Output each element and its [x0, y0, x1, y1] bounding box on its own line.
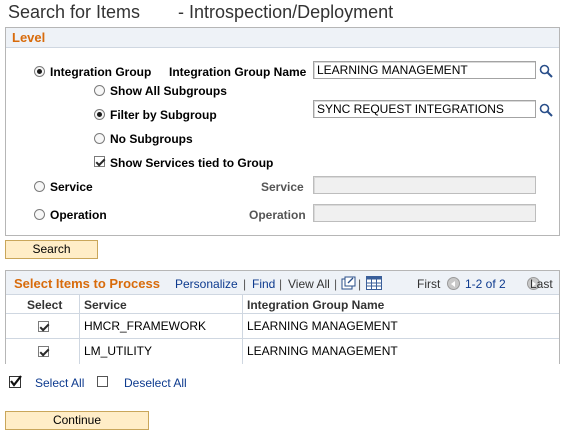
column-header-integration-group: Integration Group Name: [247, 298, 385, 312]
deselect-all-link[interactable]: Deselect All: [124, 376, 187, 390]
level-header-label: Level: [12, 30, 46, 45]
filter-by-subgroup-radio[interactable]: [94, 109, 105, 120]
new-window-icon[interactable]: [341, 276, 356, 290]
grid-title: Select Items to Process: [14, 276, 160, 291]
items-grid: Select Items to Process Personalize | Fi…: [5, 270, 560, 364]
integration-group-radio[interactable]: [34, 66, 45, 77]
grid-toolbar: Select Items to Process Personalize | Fi…: [6, 271, 559, 295]
row-service: HMCR_FRAMEWORK: [84, 319, 206, 333]
page-title: Search for Items - Introspection/Deployme…: [8, 2, 393, 23]
separator: |: [358, 277, 362, 291]
select-all-icon[interactable]: [9, 375, 23, 388]
service-radio-label: Service: [50, 180, 93, 194]
row-range: 1-2 of 2: [465, 277, 506, 291]
last-link[interactable]: Last: [530, 277, 553, 291]
operation-field-label: Operation: [249, 208, 306, 222]
service-radio[interactable]: [34, 181, 45, 192]
row-select-checkbox[interactable]: [38, 321, 49, 332]
show-services-tied-checkbox[interactable]: [94, 156, 105, 167]
service-field-label: Service: [261, 180, 304, 194]
view-all-link[interactable]: View All: [288, 277, 330, 291]
separator: |: [334, 277, 338, 291]
continue-button[interactable]: Continue: [5, 411, 149, 430]
lookup-icon[interactable]: [539, 64, 553, 78]
column-header-service: Service: [84, 298, 127, 312]
no-subgroups-label: No Subgroups: [110, 132, 193, 146]
show-all-subgroups-radio[interactable]: [94, 85, 105, 96]
filter-by-subgroup-label: Filter by Subgroup: [110, 108, 217, 122]
integration-group-name-field[interactable]: LEARNING MANAGEMENT: [313, 61, 536, 79]
lookup-icon[interactable]: [539, 103, 553, 117]
search-button[interactable]: Search: [5, 240, 98, 259]
level-group-box: Level Integration Group Integration Grou…: [5, 27, 560, 236]
previous-icon[interactable]: [447, 277, 460, 290]
integration-group-name-label: Integration Group Name: [169, 65, 307, 79]
select-all-link[interactable]: Select All: [35, 376, 84, 390]
column-divider: [79, 295, 80, 364]
column-divider: [242, 295, 243, 364]
column-header-select: Select: [27, 298, 63, 312]
personalize-link[interactable]: Personalize: [175, 277, 238, 291]
find-link[interactable]: Find: [252, 277, 275, 291]
row-select-checkbox[interactable]: [38, 346, 49, 357]
service-field[interactable]: [313, 176, 536, 194]
operation-radio[interactable]: [34, 209, 45, 220]
operation-field[interactable]: [313, 204, 536, 222]
grid-header-row: Select Service Integration Group Name: [6, 295, 559, 314]
operation-radio-label: Operation: [50, 208, 107, 222]
first-link[interactable]: First: [417, 277, 440, 291]
row-integration-group: LEARNING MANAGEMENT: [247, 344, 398, 358]
row-integration-group: LEARNING MANAGEMENT: [247, 319, 398, 333]
row-service: LM_UTILITY: [84, 344, 153, 358]
subgroup-field[interactable]: SYNC REQUEST INTEGRATIONS: [313, 100, 536, 118]
deselect-all-icon[interactable]: [97, 376, 108, 387]
separator: |: [279, 277, 283, 291]
page-title-main: Search for Items: [8, 2, 141, 22]
no-subgroups-radio[interactable]: [94, 133, 105, 144]
level-header: Level: [6, 28, 559, 48]
show-services-tied-label: Show Services tied to Group: [110, 156, 274, 170]
table-row: LM_UTILITY LEARNING MANAGEMENT: [6, 339, 559, 364]
page-subtitle: - Introspection/Deployment: [178, 2, 394, 22]
table-row: HMCR_FRAMEWORK LEARNING MANAGEMENT: [6, 314, 559, 339]
show-all-subgroups-label: Show All Subgroups: [110, 84, 227, 98]
download-grid-icon[interactable]: [366, 276, 382, 290]
integration-group-radio-label: Integration Group: [50, 65, 152, 79]
separator: |: [243, 277, 247, 291]
